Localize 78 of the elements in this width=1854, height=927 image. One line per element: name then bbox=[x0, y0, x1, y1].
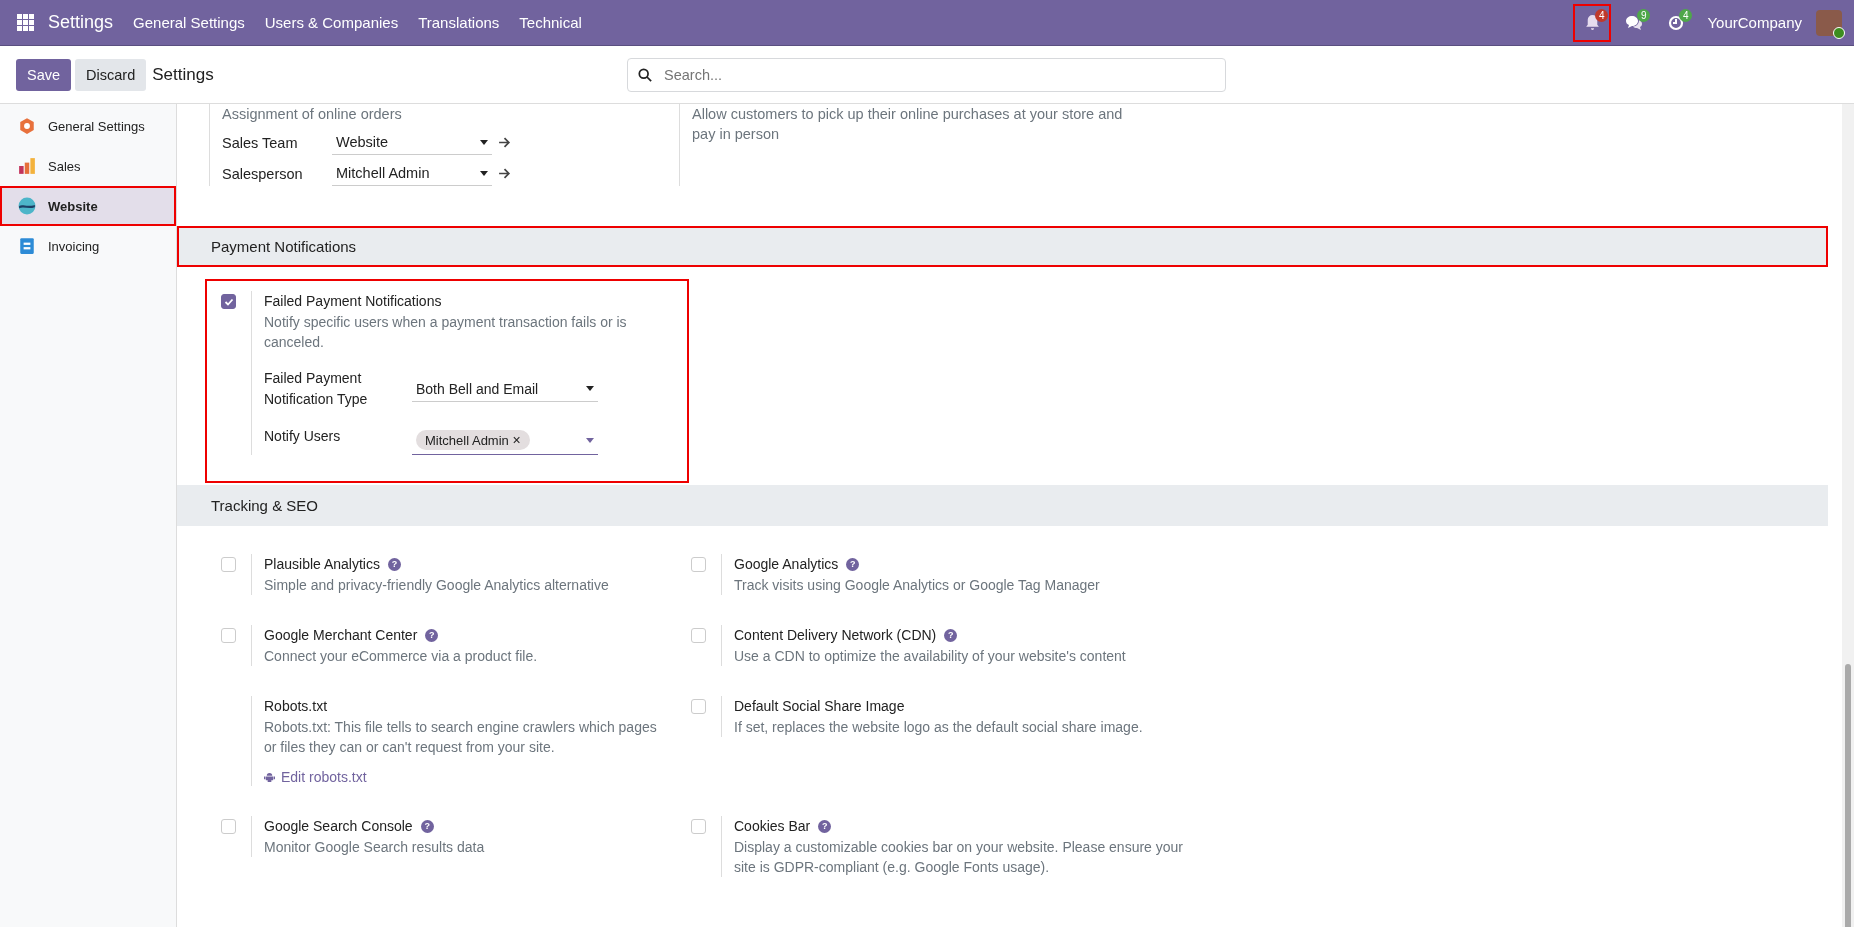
setting-description: Connect your eCommerce via a product file. bbox=[264, 647, 539, 666]
arrow-right-icon[interactable] bbox=[498, 136, 511, 149]
tags-field[interactable]: Mitchell Admin × bbox=[412, 426, 598, 455]
sidebar-item[interactable]: Website bbox=[0, 186, 176, 226]
setting-description: Track visits using Google Analytics or Google Tag Manager bbox=[734, 576, 1101, 595]
notification-button[interactable]: 4 bbox=[1573, 3, 1612, 42]
setting-description: Assignment of online orders bbox=[222, 105, 403, 124]
caret-icon bbox=[480, 170, 488, 176]
sidebar-item[interactable]: General Settings bbox=[0, 106, 176, 146]
activities-button[interactable]: 4 bbox=[1657, 3, 1696, 42]
arrow-right-icon[interactable] bbox=[498, 167, 511, 180]
checkmark-icon bbox=[223, 296, 234, 307]
remove-tag-button[interactable]: × bbox=[512, 432, 521, 448]
setting-description: Use a CDN to optimize the availability of your website's content bbox=[734, 647, 1127, 666]
online-status-icon bbox=[1833, 26, 1845, 39]
help-icon[interactable]: ? bbox=[387, 558, 401, 571]
globe-logo-icon bbox=[18, 197, 36, 215]
count-badge: 9 bbox=[1636, 8, 1651, 22]
tag-label: Mitchell Admin bbox=[425, 433, 509, 448]
discard-button[interactable]: Discard bbox=[75, 58, 147, 91]
messages-button[interactable]: 9 bbox=[1615, 3, 1654, 42]
setting-title: Google Merchant Center bbox=[264, 626, 418, 645]
field-label: Notify Users bbox=[264, 427, 342, 446]
company-name[interactable]: YourCompany bbox=[1707, 14, 1802, 31]
menu-item[interactable]: Users & Companies bbox=[264, 14, 399, 31]
menu-item[interactable]: Translations bbox=[418, 14, 500, 31]
caret-icon bbox=[586, 437, 594, 443]
hexagon-logo-icon bbox=[18, 117, 36, 135]
setting-description: Display a customizable cookies bar on your website. Please ensure your site is GDPR-compliant (e.g. Google Fonts usage). bbox=[734, 837, 1183, 877]
save-button[interactable]: Save bbox=[16, 58, 72, 91]
help-icon[interactable]: ? bbox=[818, 819, 832, 833]
invoice-logo-icon bbox=[18, 237, 36, 255]
search-field[interactable]: Search... bbox=[627, 57, 1226, 92]
setting-title: Cookies Bar bbox=[734, 816, 811, 836]
setting-title: Google Analytics bbox=[734, 555, 839, 574]
app-grid-icon[interactable] bbox=[17, 13, 35, 32]
sidebar-item[interactable]: Invoicing bbox=[0, 226, 176, 266]
help-icon[interactable]: ? bbox=[425, 629, 439, 642]
dropdown-field[interactable]: Both Bell and Email bbox=[412, 376, 598, 402]
setting-description: Simple and privacy-friendly Google Analytics alternative bbox=[264, 576, 610, 595]
caret-icon bbox=[480, 139, 488, 145]
setting-title: Google Search Console bbox=[264, 816, 413, 836]
section-header: Tracking & SEO bbox=[177, 485, 1828, 526]
menu-item[interactable]: General Settings bbox=[133, 14, 245, 31]
clock-icon bbox=[1668, 14, 1685, 31]
setting-title: Robots.txt bbox=[264, 697, 328, 716]
app-title[interactable]: Settings bbox=[48, 12, 114, 33]
setting-title: Plausible Analytics bbox=[264, 555, 380, 574]
setting-description: Notify specific users when a payment transaction fails or is canceled. bbox=[264, 313, 628, 352]
field-label: Salesperson bbox=[222, 165, 304, 182]
setting-description: Monitor Google Search results data bbox=[264, 837, 486, 857]
sidebar-item[interactable]: Sales bbox=[0, 146, 176, 186]
dropdown-field[interactable]: Mitchell Admin bbox=[332, 161, 492, 186]
bell-icon bbox=[1584, 14, 1601, 31]
setting-title: Failed Payment Notifications bbox=[264, 292, 442, 311]
setting-description: Robots.txt: This file tells to search engine crawlers which pages or files they can or can't request from your site. bbox=[264, 718, 658, 757]
bar-chart-logo-icon bbox=[18, 157, 36, 175]
help-icon[interactable]: ? bbox=[846, 558, 860, 571]
count-badge: 4 bbox=[1594, 8, 1609, 22]
field-label: Sales Team bbox=[222, 134, 299, 151]
setting-title: Default Social Share Image bbox=[734, 697, 905, 716]
section-header: Payment Notifications bbox=[177, 226, 1828, 267]
checkbox[interactable] bbox=[221, 294, 236, 309]
setting-description: If set, replaces the website logo as the default social share image. bbox=[734, 718, 1144, 737]
robot-icon bbox=[264, 771, 275, 783]
setting-title: Content Delivery Network (CDN) bbox=[734, 626, 937, 645]
dropdown-field[interactable]: Website bbox=[332, 130, 492, 155]
search-icon bbox=[638, 67, 652, 82]
edit-robots-link[interactable]: Edit robots.txt bbox=[264, 769, 367, 785]
setting-description: Allow customers to pick up their online purchases at your store and pay in person bbox=[692, 105, 1124, 144]
user-avatar[interactable] bbox=[1816, 9, 1842, 36]
menu-item[interactable]: Technical bbox=[519, 14, 582, 31]
caret-icon bbox=[586, 386, 594, 391]
help-icon[interactable]: ? bbox=[944, 629, 958, 642]
count-badge: 4 bbox=[1678, 8, 1693, 22]
breadcrumb-title: Settings bbox=[152, 64, 214, 85]
help-icon[interactable]: ? bbox=[420, 819, 434, 833]
field-label: Failed Payment Notification Type bbox=[264, 369, 369, 409]
